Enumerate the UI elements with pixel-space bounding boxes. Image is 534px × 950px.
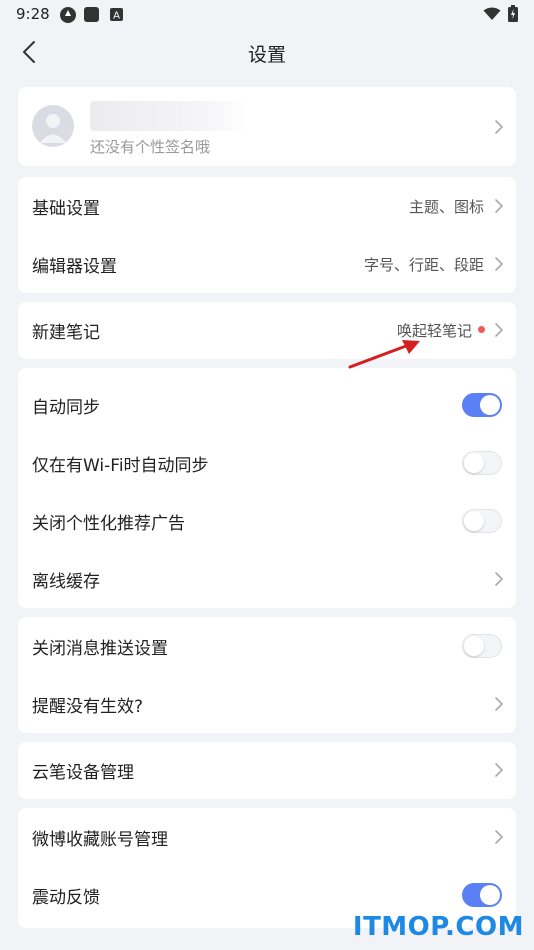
pen-device-row[interactable]: 云笔设备管理 — [18, 742, 516, 799]
row-value: 字号、行距、段距 — [363, 256, 484, 274]
chevron-right-icon — [495, 323, 504, 337]
row-label: 提醒没有生效? — [32, 697, 144, 717]
personalized-ads-toggle[interactable] — [462, 509, 502, 533]
chevron-right-icon — [495, 199, 504, 213]
new-note-card: 新建笔记 唤起轻笔记 — [18, 302, 516, 359]
device-card: 云笔设备管理 — [18, 742, 516, 799]
chevron-right-icon — [495, 763, 504, 777]
user-avatar-icon — [40, 114, 66, 143]
vibration-toggle[interactable] — [462, 883, 502, 907]
row-value: 主题、图标 — [408, 198, 484, 216]
row-label: 基础设置 — [32, 199, 100, 219]
username-blurred — [90, 101, 250, 131]
account-card: 微博收藏账号管理 震动反馈 — [18, 808, 516, 928]
status-time: 9:28 — [16, 5, 50, 23]
toggle-knob — [464, 453, 484, 473]
wifi-sync-row: 仅在有Wi-Fi时自动同步 — [18, 434, 516, 492]
row-label: 新建笔记 — [32, 323, 100, 343]
avatar[interactable] — [32, 105, 74, 147]
notification-settings-card: 关闭消息推送设置 提醒没有生效? — [18, 617, 516, 733]
row-label: 关闭消息推送设置 — [32, 639, 168, 659]
push-settings-row: 关闭消息推送设置 — [18, 617, 516, 675]
toggle-knob — [480, 395, 500, 415]
status-bar: 9:28 A — [0, 0, 534, 28]
toggle-knob — [464, 636, 484, 656]
chevron-right-icon — [495, 120, 504, 134]
toggle-knob — [464, 511, 484, 531]
push-settings-toggle[interactable] — [462, 634, 502, 658]
row-label: 离线缓存 — [32, 572, 100, 592]
row-label: 仅在有Wi-Fi时自动同步 — [32, 456, 209, 476]
chevron-right-icon — [495, 830, 504, 844]
row-label: 编辑器设置 — [32, 257, 117, 277]
row-label: 云笔设备管理 — [32, 763, 134, 783]
row-label: 震动反馈 — [32, 888, 100, 908]
profile-signature: 还没有个性签名哦 — [90, 138, 211, 156]
toggle-knob — [480, 885, 500, 905]
display-settings-card: 基础设置 主题、图标 编辑器设置 字号、行距、段距 — [18, 177, 516, 293]
wifi-icon — [483, 7, 501, 20]
battery-icon — [508, 5, 518, 22]
personalized-ads-row: 关闭个性化推荐广告 — [18, 492, 516, 550]
auto-sync-row: 自动同步 — [18, 376, 516, 434]
nav-bar: 设置 — [0, 28, 534, 76]
gallery-notification-icon — [84, 7, 99, 22]
row-label: 微博收藏账号管理 — [32, 830, 168, 850]
weibo-account-row[interactable]: 微博收藏账号管理 — [18, 808, 516, 866]
watermark: ITMOP.COM — [352, 912, 524, 942]
chevron-right-icon — [495, 257, 504, 271]
app-notification-icon — [60, 7, 76, 23]
row-label: 关闭个性化推荐广告 — [32, 514, 185, 534]
profile-card[interactable]: 还没有个性签名哦 — [18, 87, 516, 166]
offline-cache-row[interactable]: 离线缓存 — [18, 550, 516, 608]
chevron-right-icon — [495, 572, 504, 586]
sync-settings-card: 自动同步 仅在有Wi-Fi时自动同步 关闭个性化推荐广告 离线缓存 — [18, 368, 516, 608]
chevron-right-icon — [495, 697, 504, 711]
a-notification-icon: A — [110, 8, 123, 21]
wifi-sync-toggle[interactable] — [462, 451, 502, 475]
row-label: 自动同步 — [32, 398, 100, 418]
red-arrow-annotation-icon — [348, 340, 420, 369]
page-title: 设置 — [247, 44, 286, 66]
auto-sync-toggle[interactable] — [462, 393, 502, 417]
red-dot-badge — [478, 326, 485, 333]
svg-text:A: A — [113, 11, 120, 22]
editor-settings-row[interactable]: 编辑器设置 字号、行距、段距 — [18, 235, 516, 293]
basic-settings-row[interactable]: 基础设置 主题、图标 — [18, 177, 516, 235]
reminder-help-row[interactable]: 提醒没有生效? — [18, 675, 516, 733]
new-note-row[interactable]: 新建笔记 唤起轻笔记 — [18, 302, 516, 359]
